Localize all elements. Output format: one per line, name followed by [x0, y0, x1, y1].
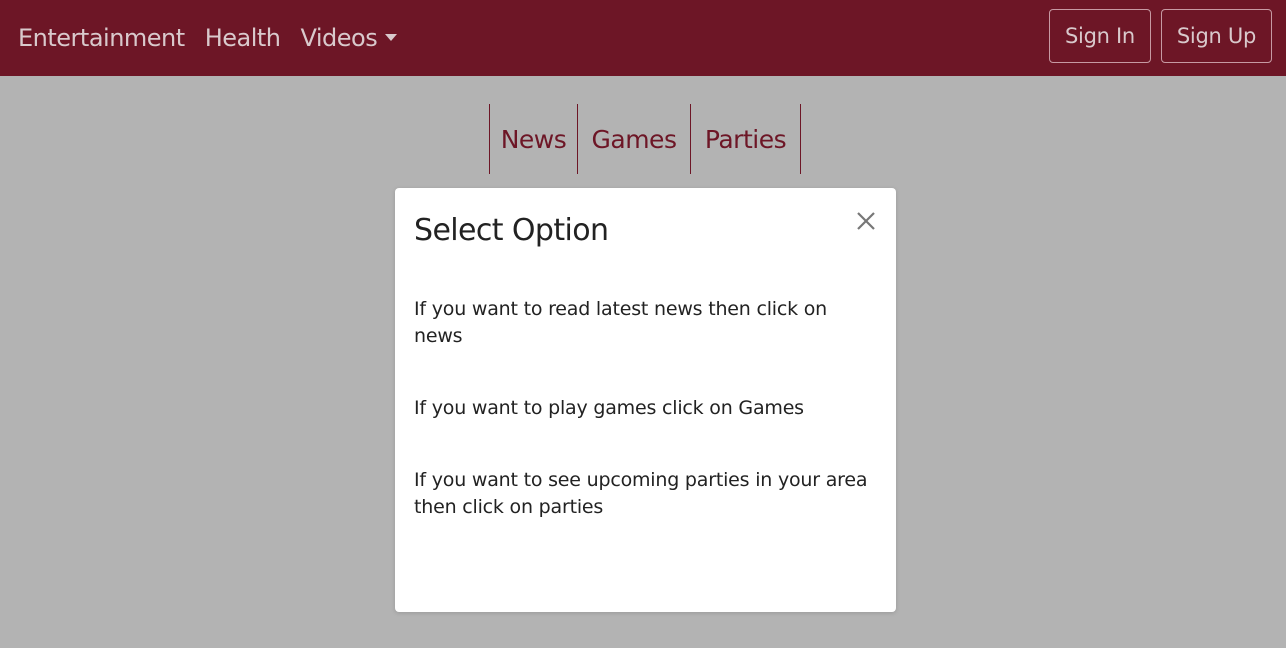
select-option-modal: Select Option If you want to read latest…: [395, 188, 896, 612]
instruction-games: If you want to play games click on Games: [414, 397, 804, 419]
nav-dropdown-videos[interactable]: Videos: [301, 24, 398, 52]
tab-news[interactable]: News: [489, 104, 577, 174]
modal-body: If you want to read latest news then cli…: [414, 296, 876, 566]
modal-title: Select Option: [414, 213, 609, 248]
nav-link-entertainment[interactable]: Entertainment: [18, 24, 185, 52]
nav-links: Entertainment Health Videos: [0, 24, 398, 52]
caret-down-icon: [385, 33, 398, 41]
tab-games[interactable]: Games: [577, 104, 690, 174]
instruction-news: If you want to read latest news then cli…: [414, 298, 828, 347]
tab-parties[interactable]: Parties: [690, 104, 801, 174]
section-tabs: News Games Parties: [489, 104, 801, 174]
close-icon[interactable]: [855, 210, 877, 232]
nav-link-health[interactable]: Health: [205, 24, 281, 52]
instruction-parties: If you want to see upcoming parties in y…: [414, 469, 868, 518]
sign-in-button[interactable]: Sign In: [1049, 9, 1151, 63]
auth-buttons: Sign In Sign Up: [1049, 9, 1272, 63]
top-navbar: Entertainment Health Videos Sign In Sign…: [0, 0, 1286, 76]
nav-link-videos-label: Videos: [300, 24, 378, 52]
sign-up-button[interactable]: Sign Up: [1160, 9, 1272, 63]
